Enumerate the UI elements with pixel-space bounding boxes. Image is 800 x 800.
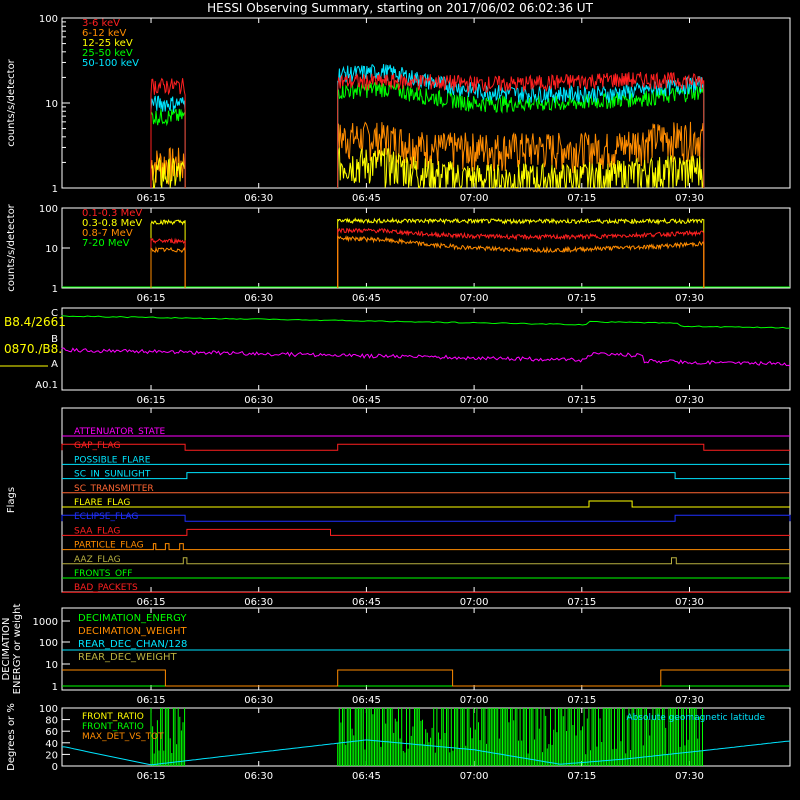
time-tick-label: 06:45 — [352, 293, 381, 304]
legend-entry: 7-20 MeV — [82, 238, 130, 249]
legend-entry: REAR_DEC_WEIGHT — [78, 652, 177, 663]
time-tick-label: 06:45 — [352, 771, 381, 782]
flag-trace — [62, 557, 790, 565]
panel-frame-3 — [61, 307, 791, 391]
time-tick-label: 06:15 — [137, 771, 166, 782]
y-tick-label: 1 — [52, 284, 58, 295]
y-axis-label-text: Degrees or % — [6, 703, 17, 771]
y-tick-label: 1000 — [33, 617, 58, 628]
goes-level-label: 0870./B8. — [4, 342, 62, 356]
time-tick-label: 06:15 — [137, 193, 166, 204]
legend-entry: FRONT_RATIO — [82, 722, 144, 732]
legend-entry: FRONT_RATIO — [82, 712, 144, 722]
series-line — [150, 227, 705, 288]
y-tick-label: A0.1 — [35, 380, 58, 391]
time-tick-label: 07:15 — [567, 771, 596, 782]
time-tick-label: 06:30 — [244, 395, 273, 406]
y-axis-label-text: Flags — [6, 487, 17, 513]
time-tick-label: 06:30 — [244, 293, 273, 304]
y-axis-label: counts/s/detector — [6, 58, 17, 146]
time-tick-label: 06:30 — [244, 193, 273, 204]
series-line — [150, 121, 705, 188]
time-tick-label: 07:00 — [460, 771, 489, 782]
y-tick-label: 10 — [45, 244, 58, 255]
y-tick-label: 0 — [52, 762, 58, 773]
y-tick-label: 100 — [39, 704, 58, 715]
time-tick-label: 07:30 — [675, 695, 704, 706]
y-axis-label: Degrees or % — [6, 703, 17, 771]
time-tick-label: 06:15 — [137, 293, 166, 304]
legend-entry: REAR_DEC_CHAN/128 — [78, 639, 187, 650]
time-tick-label: 07:15 — [567, 293, 596, 304]
time-tick-label: 06:30 — [244, 597, 273, 608]
time-tick-label: 06:30 — [244, 771, 273, 782]
y-tick-label: 80 — [45, 716, 58, 727]
y-axis-label: Flags — [6, 487, 17, 513]
flag-trace — [62, 543, 790, 551]
y-tick-label: 100 — [39, 638, 58, 649]
y-axis-label-text: ENERGY or weight — [12, 604, 23, 695]
time-tick-label: 07:30 — [675, 293, 704, 304]
chart-panels: 06:15 06:30 06:45 07:00 07:15 07:30 counts/s/d… — [0, 14, 791, 782]
time-tick-label: 07:15 — [567, 193, 596, 204]
series-line — [150, 217, 705, 288]
flag-label: GAP_FLAG — [74, 441, 120, 451]
flag-trace — [62, 500, 790, 508]
y-tick-label: 40 — [45, 739, 58, 750]
y-axis-label-text: DECIMATION — [1, 617, 12, 680]
time-tick-label: 06:15 — [137, 395, 166, 406]
y-tick-label: 10 — [45, 660, 58, 671]
y-axis-label-text: counts/s/detector — [6, 58, 17, 146]
time-tick-label: 06:15 — [137, 695, 166, 706]
y-tick-label: 20 — [45, 750, 58, 761]
series-line — [61, 347, 791, 367]
time-tick-label: 07:00 — [460, 695, 489, 706]
time-tick-label: 06:45 — [352, 193, 381, 204]
y-axis-label: counts/s/detector — [6, 203, 17, 291]
y-tick-label: 1 — [52, 184, 58, 195]
y-tick-label: 100 — [39, 204, 58, 215]
y-tick-label: A — [51, 359, 58, 370]
legend-entry: DECIMATION_WEIGHT — [78, 626, 187, 637]
chart-title: HESSI Observing Summary, starting on 201… — [207, 1, 593, 15]
time-tick-label: 06:45 — [352, 395, 381, 406]
time-tick-label: 06:15 — [137, 597, 166, 608]
time-tick-label: 07:15 — [567, 597, 596, 608]
latitude-annotation: Absolute geomagnetic latitude — [626, 713, 765, 723]
goes-level-label: B8.4/2661 — [4, 315, 66, 329]
time-tick-label: 07:30 — [675, 771, 704, 782]
observing-summary-plot: HESSI Observing Summary, starting on 201… — [0, 1, 791, 782]
flag-trace — [61, 514, 791, 522]
legend-entry: 50-100 keV — [82, 58, 139, 69]
series-line — [150, 234, 705, 288]
time-tick-label: 06:45 — [352, 597, 381, 608]
time-tick-label: 07:15 — [567, 695, 596, 706]
series-line — [62, 669, 790, 687]
y-axis-label-text: counts/s/detector — [6, 203, 17, 291]
time-tick-label: 07:30 — [675, 395, 704, 406]
y-tick-label: 1 — [52, 682, 58, 693]
time-tick-label: 07:00 — [460, 597, 489, 608]
time-tick-label: 07:00 — [460, 293, 489, 304]
time-tick-label: 07:30 — [675, 597, 704, 608]
y-tick-label: 100 — [39, 14, 58, 25]
y-axis-label: DECIMATION ENERGY or weight — [1, 604, 23, 695]
flag-trace — [62, 528, 790, 536]
y-tick-label: 10 — [45, 99, 58, 110]
series-line — [61, 315, 791, 329]
time-tick-label: 07:00 — [460, 193, 489, 204]
time-tick-label: 06:30 — [244, 695, 273, 706]
flag-label: ECLIPSE_FLAG — [74, 512, 138, 522]
flag-trace — [61, 443, 790, 451]
time-tick-label: 07:00 — [460, 395, 489, 406]
time-tick-label: 07:30 — [675, 193, 704, 204]
legend-entry: MAX_DET_VS_TOT — [82, 732, 164, 742]
time-tick-label: 06:45 — [352, 695, 381, 706]
time-tick-label: 07:15 — [567, 395, 596, 406]
legend-entry: DECIMATION_ENERGY — [78, 613, 187, 624]
y-tick-label: 60 — [45, 727, 58, 738]
flag-trace — [62, 472, 790, 480]
